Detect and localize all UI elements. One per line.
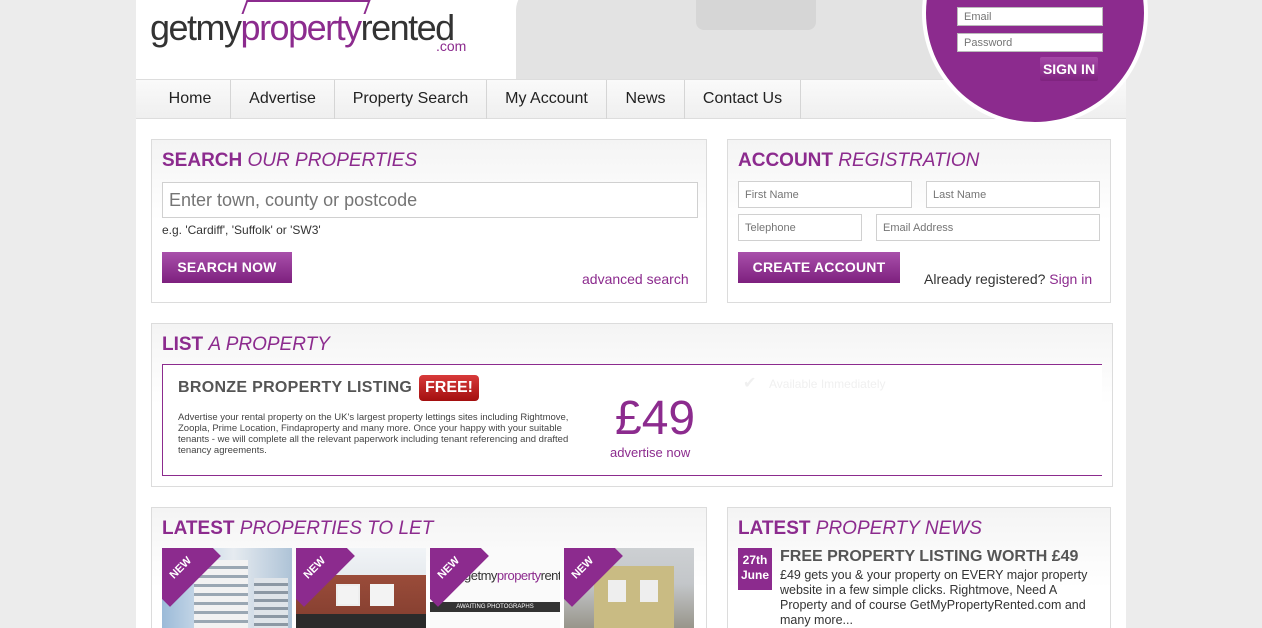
placeholder-logo: getmypropertyrented	[464, 568, 560, 583]
list-property-panel: LIST A PROPERTY BRONZE PROPERTY LISTING …	[151, 323, 1113, 487]
advanced-search-link[interactable]: advanced search	[582, 271, 689, 287]
latest-properties-title-bold: LATEST	[162, 518, 235, 539]
terrace-house-photo	[594, 566, 674, 628]
bronze-listing-title: BRONZE PROPERTY LISTING	[178, 379, 413, 396]
property-thumbnail[interactable]: NEW	[564, 548, 694, 628]
latest-news-panel: LATEST PROPERTY NEWS 27th June FREE PROP…	[727, 507, 1111, 628]
location-search-input[interactable]	[162, 182, 698, 218]
search-title-italic: OUR PROPERTIES	[247, 150, 418, 171]
search-now-button[interactable]: SEARCH NOW	[162, 252, 292, 283]
news-headline[interactable]: FREE PROPERTY LISTING WORTH £49	[780, 548, 1078, 566]
search-title-bold: SEARCH	[162, 150, 243, 171]
nav-home[interactable]: Home	[150, 80, 231, 119]
list-title-bold: LIST	[162, 334, 204, 355]
nav-my-account[interactable]: My Account	[487, 80, 607, 119]
logo-suffix: .com	[436, 38, 467, 54]
list-title-italic: A PROPERTY	[208, 334, 330, 355]
property-thumbnail[interactable]: NEW	[162, 548, 292, 628]
login-email-input[interactable]	[957, 7, 1103, 26]
latest-news-title-italic: PROPERTY NEWS	[815, 518, 982, 539]
list-property-title: LIST A PROPERTY	[162, 334, 330, 356]
news-date-month: June	[740, 568, 769, 582]
awaiting-photographs: AWAITING PHOTOGRAPHS	[430, 602, 560, 612]
brick-house-photo	[336, 584, 360, 606]
email-address-field[interactable]	[876, 214, 1100, 241]
sign-in-link[interactable]: Sign in	[1049, 271, 1092, 287]
news-excerpt: £49 gets you & your property on EVERY ma…	[780, 568, 1088, 627]
nav-news[interactable]: News	[607, 80, 685, 119]
news-date-day: 27th	[742, 553, 768, 567]
logo-part-property: property	[240, 7, 363, 48]
search-hint: e.g. 'Cardiff', 'Suffolk' or 'SW3'	[162, 223, 321, 237]
sign-in-button[interactable]: SIGN IN	[1040, 57, 1098, 81]
faded-feature-text: Available Immediately	[769, 377, 886, 391]
already-registered: Already registered? Sign in	[924, 271, 1092, 287]
news-date: 27th June	[738, 548, 772, 590]
free-badge: FREE!	[419, 375, 479, 401]
terrace-house-window	[608, 580, 626, 602]
login-password-input[interactable]	[957, 33, 1103, 52]
latest-news-title: LATEST PROPERTY NEWS	[738, 518, 982, 540]
brick-house-shopfront	[296, 614, 426, 628]
latest-news-title-bold: LATEST	[738, 518, 811, 539]
telephone-field[interactable]	[738, 214, 862, 241]
nav-contact-us[interactable]: Contact Us	[685, 80, 801, 119]
nav-property-search[interactable]: Property Search	[335, 80, 487, 119]
already-registered-text: Already registered?	[924, 271, 1046, 287]
tower-block-photo-right	[254, 578, 288, 628]
header-decoration-box	[696, 0, 816, 30]
search-panel: SEARCH OUR PROPERTIES e.g. 'Cardiff', 'S…	[151, 139, 707, 303]
latest-properties-title: LATEST PROPERTIES TO LET	[162, 518, 433, 540]
property-thumbnail[interactable]: NEW	[296, 548, 426, 628]
registration-panel: ACCOUNT REGISTRATION CREATE ACCOUNT Alre…	[727, 139, 1111, 303]
bronze-listing-description: Advertise your rental property on the UK…	[178, 412, 569, 456]
logo-part-getmy: getmy	[150, 7, 242, 48]
latest-properties-panel: LATEST PROPERTIES TO LET NEW NEW getmypr…	[151, 507, 707, 628]
last-name-field[interactable]	[926, 181, 1100, 208]
latest-properties-title-italic: PROPERTIES TO LET	[239, 518, 434, 539]
terrace-house-window	[640, 580, 658, 602]
bronze-listing-card[interactable]: BRONZE PROPERTY LISTING FREE! Advertise …	[162, 364, 1102, 476]
search-panel-title: SEARCH OUR PROPERTIES	[162, 150, 417, 172]
create-account-button[interactable]: CREATE ACCOUNT	[738, 252, 900, 283]
listing-price: £49	[615, 392, 696, 445]
nav-advertise[interactable]: Advertise	[231, 80, 335, 119]
checkmark-icon: ✔	[743, 375, 757, 392]
property-thumbnail[interactable]: getmypropertyrented AWAITING PHOTOGRAPHS…	[430, 548, 560, 628]
first-name-field[interactable]	[738, 181, 912, 208]
registration-title-italic: REGISTRATION	[838, 150, 980, 171]
registration-panel-title: ACCOUNT REGISTRATION	[738, 150, 979, 172]
advertise-now-link[interactable]: advertise now	[610, 445, 690, 460]
brick-house-window	[370, 584, 394, 606]
registration-title-bold: ACCOUNT	[738, 150, 833, 171]
